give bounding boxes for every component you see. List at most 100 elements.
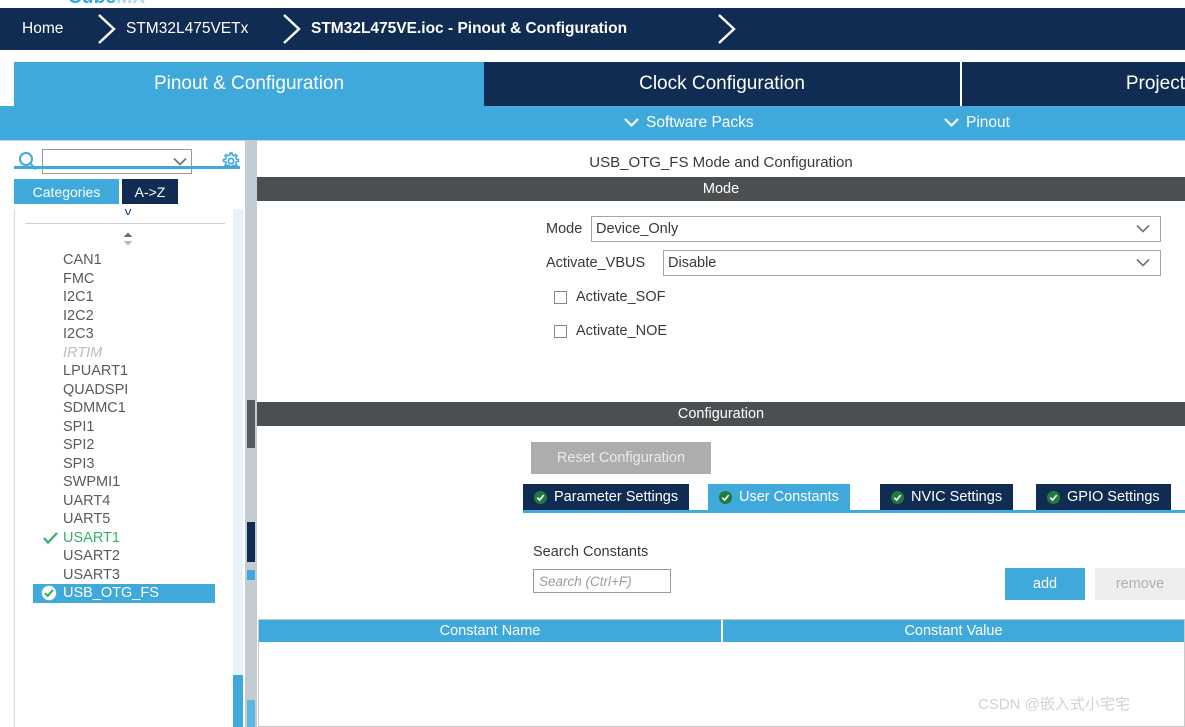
sidebar-scrollbar[interactable] bbox=[233, 209, 243, 727]
peripheral-label: USART3 bbox=[63, 566, 120, 583]
peripheral-list-panel: y CAN1 FMC I2C1 I2C2 I2C3 IRTIM LPUART1 … bbox=[14, 209, 240, 727]
activate-noe-checkbox-row[interactable]: Activate_NOE bbox=[554, 320, 667, 342]
checkbox-icon[interactable] bbox=[554, 290, 567, 304]
list-item[interactable]: USART3 bbox=[15, 566, 239, 585]
sub-bar: Software Packs Pinout bbox=[0, 106, 1185, 140]
column-header-constant-value[interactable]: Constant Value bbox=[723, 620, 1184, 642]
list-item[interactable]: LPUART1 bbox=[15, 362, 239, 381]
peripheral-list: CAN1 FMC I2C1 I2C2 I2C3 IRTIM LPUART1 QU… bbox=[15, 251, 239, 603]
list-item[interactable]: FMC bbox=[15, 270, 239, 289]
tab-parameter-settings[interactable]: Parameter Settings bbox=[523, 484, 690, 510]
list-item[interactable]: UART5 bbox=[15, 510, 239, 529]
mode-select[interactable]: Device_Only bbox=[591, 216, 1161, 242]
tab-parameter-settings-label: Parameter Settings bbox=[554, 489, 679, 505]
subbar-pinout[interactable]: Pinout bbox=[944, 106, 1010, 140]
splitter-grip-2[interactable] bbox=[247, 522, 255, 562]
splitter-grip-4[interactable] bbox=[247, 700, 255, 727]
subbar-software-packs[interactable]: Software Packs bbox=[624, 106, 754, 140]
list-item[interactable]: QUADSPI bbox=[15, 381, 239, 400]
tab-user-constants[interactable]: User Constants bbox=[708, 484, 850, 510]
panel-splitter[interactable] bbox=[245, 140, 257, 727]
sidebar-tab-categories[interactable]: Categories bbox=[14, 179, 119, 204]
tab-clock-configuration[interactable]: Clock Configuration bbox=[484, 62, 960, 106]
cubemx-window: CubeMX Home STM32L475VETx STM32L475VE.io… bbox=[0, 0, 1185, 727]
breadcrumb-item-device[interactable]: STM32L475VETx bbox=[126, 8, 248, 50]
activate-sof-checkbox-row[interactable]: Activate_SOF bbox=[554, 286, 665, 308]
logo-mx-text: MX bbox=[116, 0, 145, 8]
tab-nvic-settings[interactable]: NVIC Settings bbox=[880, 484, 1014, 510]
subbar-pinout-label: Pinout bbox=[966, 114, 1010, 131]
list-item-usart1[interactable]: USART1 bbox=[15, 529, 239, 548]
panel-divider bbox=[25, 223, 225, 224]
configuration-panel: USB_OTG_FS Mode and Configuration Mode M… bbox=[257, 140, 1185, 727]
list-item[interactable]: I2C2 bbox=[15, 307, 239, 326]
watermark: CSDN @嵌入式小宅宅 bbox=[978, 696, 1130, 713]
splitter-grip-3[interactable] bbox=[247, 570, 255, 580]
app-logo: CubeMX bbox=[0, 0, 1185, 8]
peripheral-label: LPUART1 bbox=[63, 363, 129, 380]
mode-section-header: Mode bbox=[257, 177, 1185, 201]
list-item[interactable]: SPI3 bbox=[15, 455, 239, 474]
list-item[interactable]: SPI2 bbox=[15, 436, 239, 455]
sidebar-tab-az[interactable]: A->Z bbox=[122, 179, 178, 204]
constants-table-header: Constant Name Constant Value bbox=[259, 620, 1184, 642]
list-item[interactable]: CAN1 bbox=[15, 251, 239, 270]
peripheral-label: SWPMI1 bbox=[63, 474, 121, 491]
tab-project[interactable]: Project bbox=[962, 62, 1185, 106]
peripheral-sidebar: Categories A->Z y CAN1 FMC I2C1 I2C2 I2C… bbox=[0, 140, 255, 727]
peripheral-label: SPI2 bbox=[63, 437, 95, 454]
splitter-grip[interactable] bbox=[247, 400, 255, 448]
configuration-section-header: Configuration bbox=[257, 402, 1185, 426]
checkbox-icon-2[interactable] bbox=[554, 324, 567, 338]
chevron-down-icon-2 bbox=[944, 114, 959, 132]
column-header-constant-name[interactable]: Constant Name bbox=[259, 620, 723, 642]
tab-user-constants-label: User Constants bbox=[739, 489, 839, 505]
peripheral-label: I2C1 bbox=[63, 289, 94, 306]
list-item-usb-otg-fs-selected[interactable]: USB_OTG_FS bbox=[33, 584, 215, 603]
tab-gpio-settings-label: GPIO Settings bbox=[1067, 489, 1160, 505]
check-circle-icon bbox=[41, 585, 57, 601]
peripheral-label: I2C2 bbox=[63, 307, 94, 324]
scroll-up-down-spinner[interactable] bbox=[15, 231, 239, 247]
peripheral-label: QUADSPI bbox=[63, 381, 129, 398]
list-item[interactable]: SWPMI1 bbox=[15, 473, 239, 492]
list-item[interactable]: USART2 bbox=[15, 547, 239, 566]
logo-cube-text: Cube bbox=[68, 0, 116, 8]
remove-button[interactable]: remove bbox=[1095, 568, 1185, 600]
search-input[interactable] bbox=[42, 149, 192, 174]
tab-gpio-settings[interactable]: GPIO Settings bbox=[1036, 484, 1171, 510]
tab-nvic-settings-label: NVIC Settings bbox=[911, 489, 1003, 505]
peripheral-label: CAN1 bbox=[63, 252, 102, 269]
check-circle-icon-gpio bbox=[1047, 490, 1060, 504]
search-icon[interactable] bbox=[18, 151, 38, 176]
sidebar-scrollbar-thumb[interactable] bbox=[233, 675, 243, 727]
page-title: USB_OTG_FS Mode and Configuration bbox=[589, 153, 853, 171]
peripheral-label: SPI3 bbox=[63, 455, 95, 472]
add-button[interactable]: add bbox=[1005, 568, 1085, 600]
peripheral-label: USART2 bbox=[63, 548, 120, 565]
activate-vbus-label: Activate_VBUS bbox=[546, 255, 646, 271]
breadcrumb-item-current[interactable]: STM32L475VE.ioc - Pinout & Configuration bbox=[311, 8, 627, 50]
breadcrumb-item-home[interactable]: Home bbox=[22, 8, 63, 50]
breadcrumb-chevron-icon bbox=[92, 8, 122, 50]
list-item[interactable]: SDMMC1 bbox=[15, 399, 239, 418]
peripheral-label: IRTIM bbox=[63, 344, 103, 361]
list-item[interactable]: I2C3 bbox=[15, 325, 239, 344]
list-item[interactable]: I2C1 bbox=[15, 288, 239, 307]
gear-icon[interactable] bbox=[220, 150, 242, 177]
tab-pinout-configuration[interactable]: Pinout & Configuration bbox=[14, 62, 484, 106]
list-item[interactable]: SPI1 bbox=[15, 418, 239, 437]
reset-configuration-button[interactable]: Reset Configuration bbox=[531, 442, 711, 474]
activate-vbus-select[interactable]: Disable bbox=[663, 250, 1161, 276]
check-icon bbox=[43, 531, 58, 544]
activate-noe-label: Activate_NOE bbox=[576, 323, 668, 339]
search-constants-input[interactable]: Search (Ctrl+F) bbox=[533, 569, 671, 593]
chevron-down-icon-vbus bbox=[1136, 255, 1150, 271]
chevron-down-icon bbox=[624, 114, 639, 132]
peripheral-cutoff-item: y bbox=[15, 209, 239, 215]
peripheral-label: UART4 bbox=[63, 492, 111, 509]
vbus-field-row: Activate_VBUS Disable bbox=[257, 250, 1185, 276]
list-item[interactable]: UART4 bbox=[15, 492, 239, 511]
activate-sof-label: Activate_SOF bbox=[576, 289, 666, 305]
mode-label: Mode bbox=[546, 221, 583, 237]
